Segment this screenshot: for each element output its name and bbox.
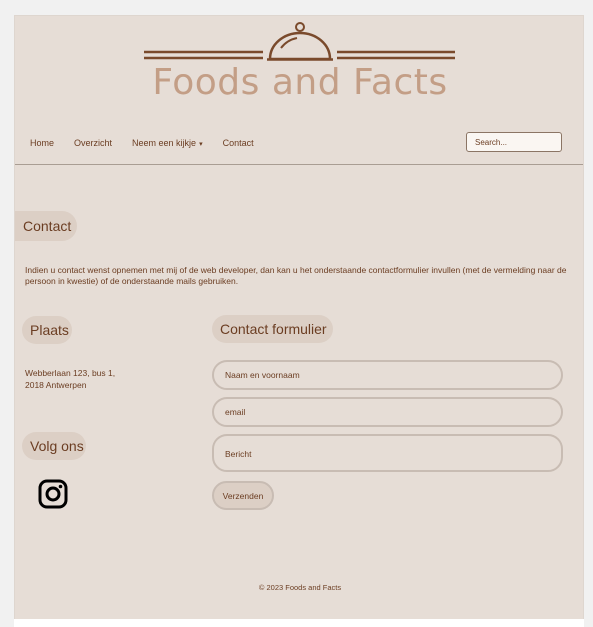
nav-item-label: Overzicht — [74, 138, 113, 148]
nav-item-label: Home — [30, 138, 55, 148]
brand-logo[interactable]: Foods and Facts — [139, 18, 461, 114]
header-divider — [15, 164, 583, 165]
brand-name: Foods and Facts — [152, 62, 448, 103]
nav-item-label: Contact — [222, 138, 254, 148]
caret-down-icon: ▾ — [199, 141, 203, 148]
send-button[interactable]: Verzenden — [212, 481, 274, 510]
address-line: Webberlaan 123, bus 1, — [25, 368, 116, 378]
contact-heading: Contact — [15, 211, 77, 241]
nav-item-overzicht[interactable]: Overzicht — [74, 138, 112, 148]
nav-item-label: Neem een kijkje — [132, 138, 197, 148]
contact-intro: Indien u contact wenst opnemen met mij o… — [25, 265, 567, 286]
bottom-strip — [14, 619, 584, 627]
address: Webberlaan 123, bus 1, 2018 Antwerpen — [25, 367, 165, 391]
nav-item-contact[interactable]: Contact — [223, 138, 254, 148]
search-input[interactable] — [466, 132, 562, 152]
nav-item-home[interactable]: Home — [30, 138, 54, 148]
social-heading: Volg ons — [22, 432, 86, 460]
plaats-heading: Plaats — [22, 316, 72, 344]
main-nav: Home Overzicht Neem een kijkje ▾ Contact — [30, 136, 274, 150]
nav-item-neem-een-kijkje[interactable]: Neem een kijkje ▾ — [132, 138, 203, 148]
form-heading: Contact formulier — [212, 315, 333, 343]
name-field[interactable] — [212, 360, 563, 390]
cloche-icon — [144, 22, 455, 61]
copyright: © 2023 Foods and Facts — [258, 583, 342, 592]
page-container: Foods and Facts Home Overzicht Neem een … — [14, 15, 584, 620]
instagram-icon[interactable] — [37, 478, 69, 510]
email-field[interactable] — [212, 397, 563, 427]
message-field[interactable] — [212, 434, 563, 472]
address-line: 2018 Antwerpen — [25, 380, 87, 390]
